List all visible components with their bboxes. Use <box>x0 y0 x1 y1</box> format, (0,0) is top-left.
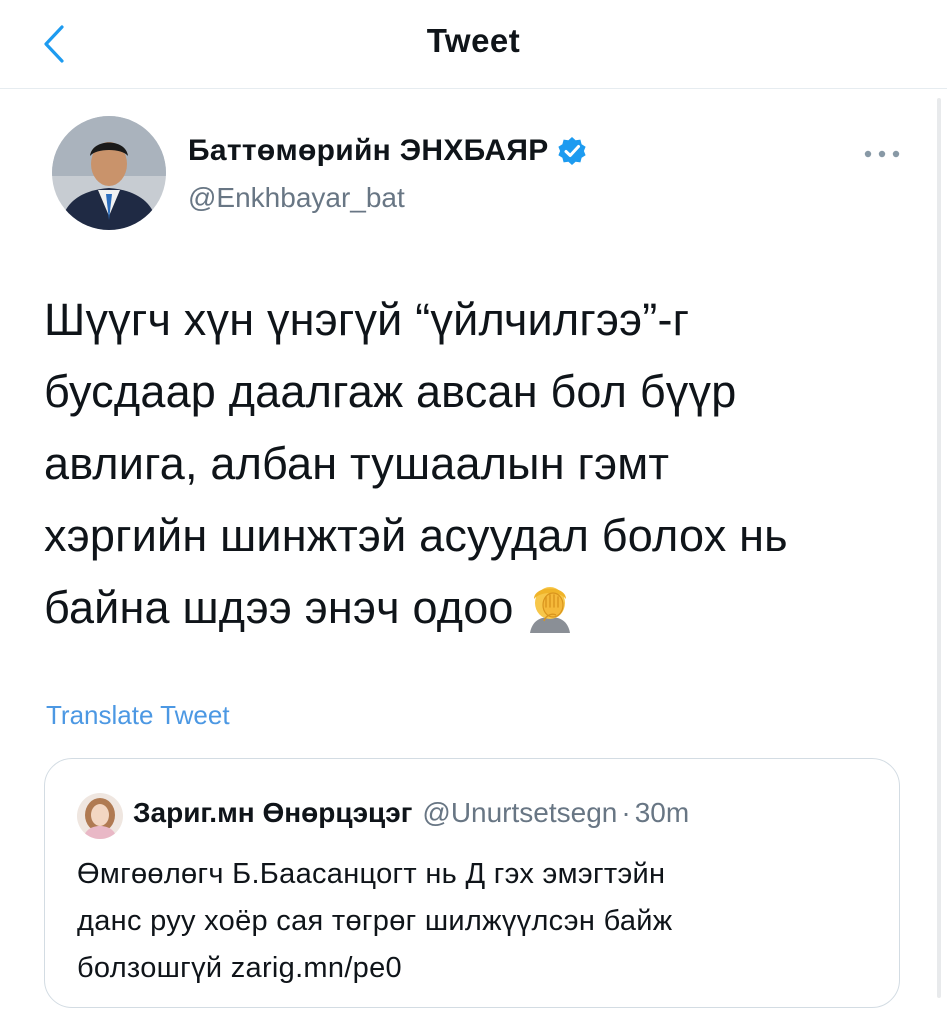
author-name-row[interactable]: Баттөмөрийн ЭНХБАЯР <box>188 134 587 168</box>
tweet-detail-screen: Tweet Баттөмөрийн ЭНХБАЯР @Enkhbayar_bat <box>0 0 947 1020</box>
quoted-tweet-card[interactable]: Зариг.мн Өнөрцэцэг @Unurtsetsegn · 30m Өмгө… <box>44 758 900 1008</box>
face-palm-emoji <box>529 587 570 633</box>
tweet-text-line: авлига, албан тушаалын гэмт <box>44 438 670 489</box>
scrollbar[interactable] <box>937 98 941 998</box>
author-avatar[interactable] <box>52 116 166 230</box>
translate-tweet-link[interactable]: Translate Tweet <box>46 700 230 731</box>
author-handle[interactable]: @Enkhbayar_bat <box>188 182 405 214</box>
more-horizontal-icon <box>864 150 900 158</box>
quoted-tweet-text: Өмгөөлөгч Б.Баасанцогт нь Д гэх эмэгтэйн… <box>77 851 877 992</box>
author-name[interactable]: Баттөмөрийн ЭНХБАЯР <box>188 134 549 168</box>
quoted-text-line: данс руу хоёр сая төгрөг шилжүүлсэн байж <box>77 905 673 937</box>
quoted-author-name: Зариг.мн Өнөрцэцэг <box>133 797 413 828</box>
verified-badge-icon <box>557 137 586 165</box>
quoted-tweet-time: 30m <box>634 797 690 828</box>
quoted-author-handle: @Unurtsetsegn <box>422 797 618 828</box>
tweet-text-line-last: байна шдээ энэч одоо <box>44 572 914 644</box>
tweet-text-line: байна шдээ энэч одоо <box>44 582 514 633</box>
page-title: Tweet <box>426 22 521 59</box>
more-options-button[interactable] <box>858 138 906 170</box>
quoted-text-line: болзошгүй zarig.mn/pe0 <box>77 952 402 984</box>
separator-dot: · <box>621 797 631 828</box>
quoted-text-line: Өмгөөлөгч Б.Баасанцогт нь Д гэх эмэгтэйн <box>77 858 666 890</box>
quoted-tweet-header: Зариг.мн Өнөрцэцэг @Unurtsetsegn · 30m <box>133 797 689 829</box>
quoted-author-avatar[interactable] <box>77 793 123 839</box>
tweet-text-line: бусдаар даалгаж авсан бол бүүр <box>44 366 737 417</box>
top-nav-bar: Tweet <box>0 0 947 89</box>
tweet-text: Шүүгч хүн үнэгүй “үйлчилгээ”-г бусдаар д… <box>44 284 914 644</box>
tweet-text-line: хэргийн шинжтэй асуудал болох нь <box>44 510 788 561</box>
tweet-text-line: Шүүгч хүн үнэгүй “үйлчилгээ”-г <box>44 294 690 345</box>
